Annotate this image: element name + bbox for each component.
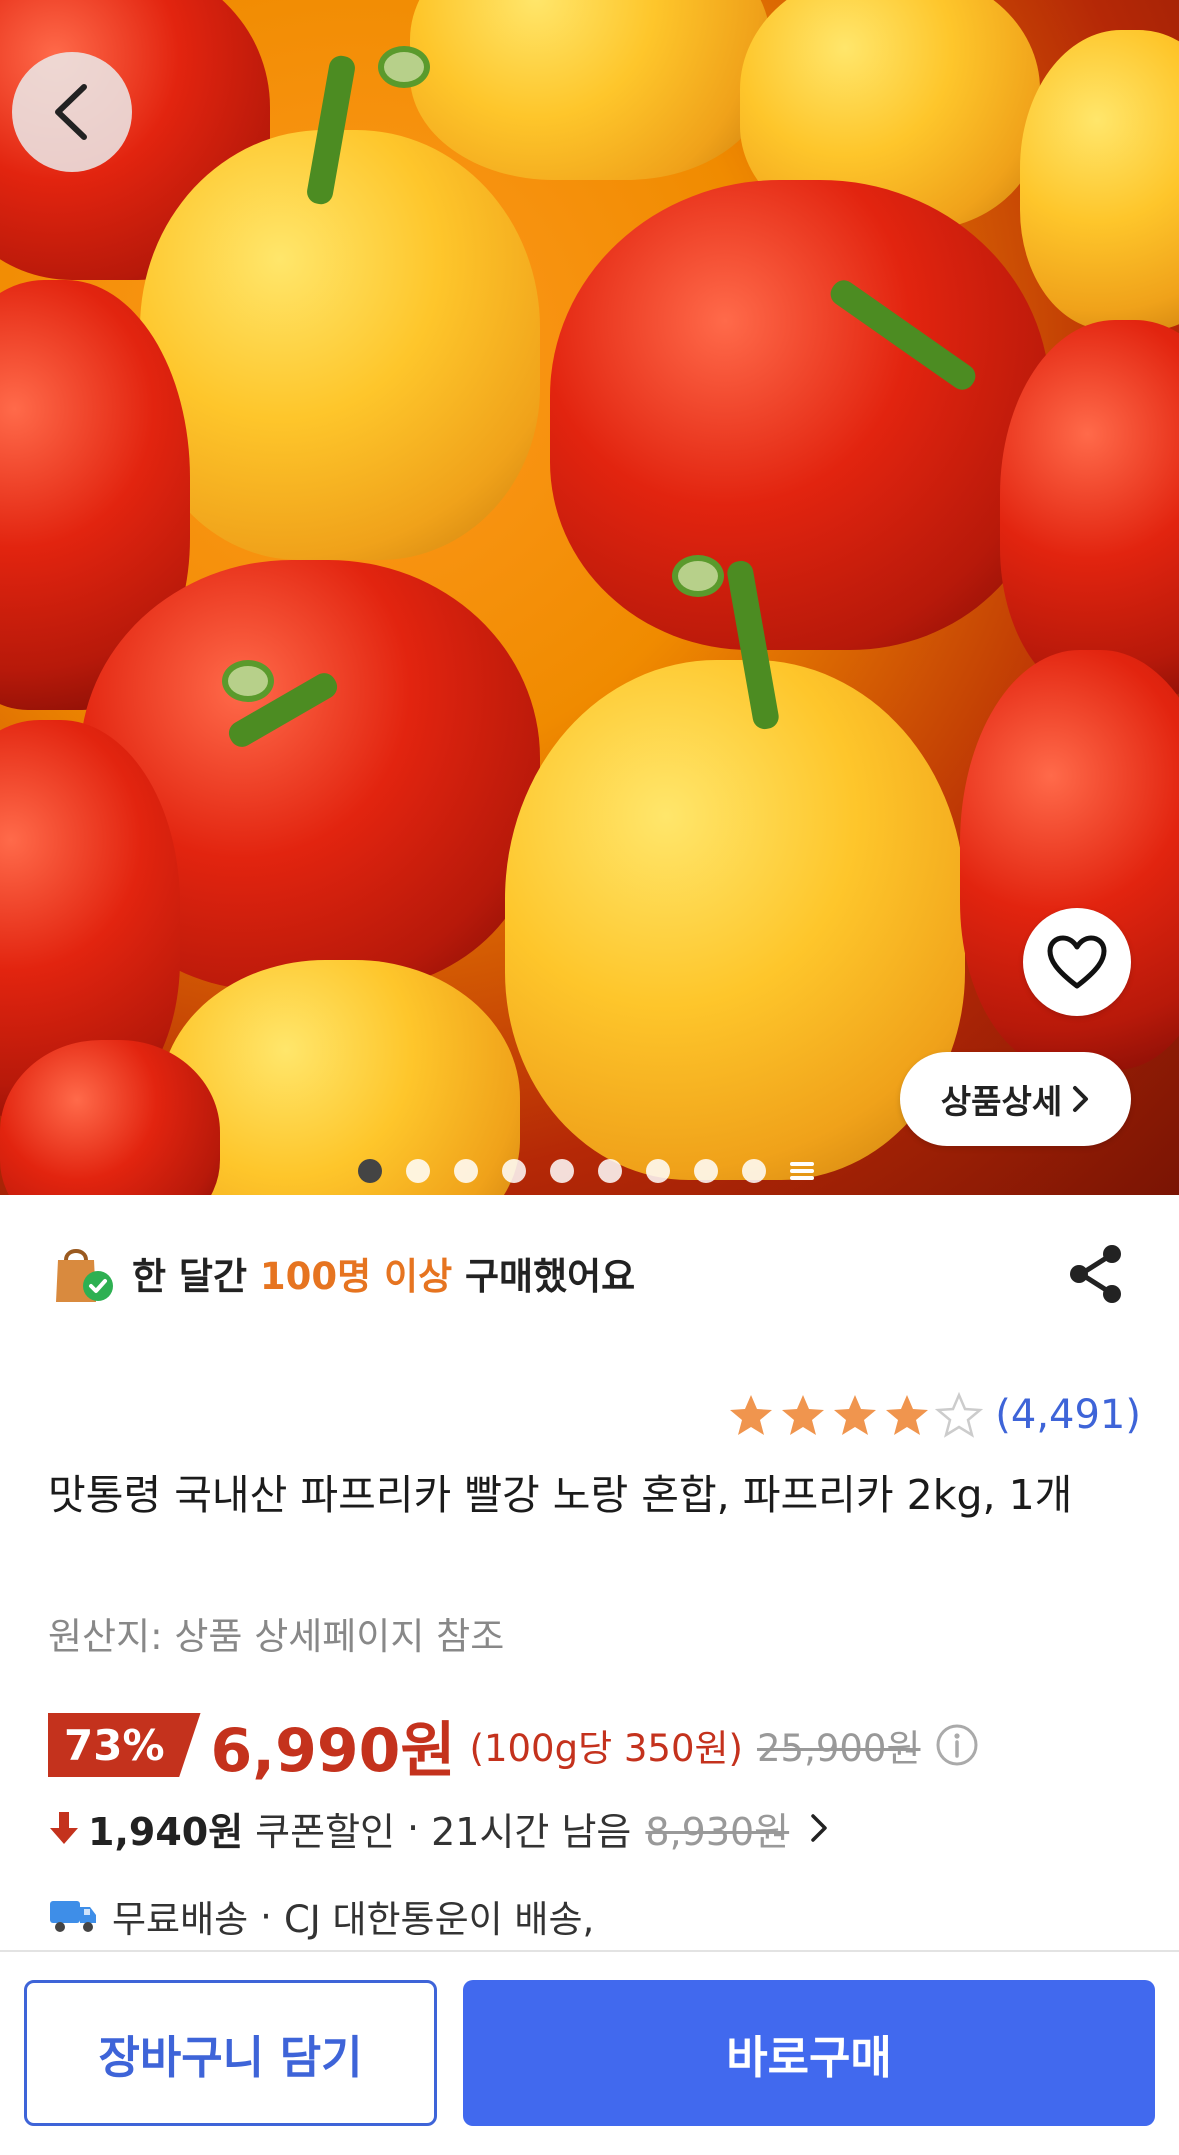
- chevron-right-icon: [1073, 1086, 1089, 1112]
- separator: ·: [407, 1806, 420, 1850]
- coupon-previous-price: 8,930원: [645, 1809, 790, 1854]
- chevron-right-icon: [811, 1814, 827, 1842]
- pagination-dot[interactable]: [742, 1159, 766, 1183]
- original-price: 25,900원: [756, 1727, 921, 1770]
- rating[interactable]: (4,491): [727, 1392, 1141, 1438]
- stem-shape: [378, 46, 430, 88]
- product-detail-label: 상품상세: [940, 1082, 1063, 1121]
- final-price: 6,990원: [210, 1715, 456, 1786]
- pepper-shape: [410, 0, 770, 180]
- pagination-dot[interactable]: [454, 1159, 478, 1183]
- discount-badge: 73%: [48, 1713, 201, 1777]
- pagination-dot[interactable]: [358, 1159, 382, 1183]
- price-row: 73% 6,990원 (100g당 350원) 25,900원: [48, 1710, 979, 1786]
- pepper-shape: [505, 660, 965, 1180]
- share-button[interactable]: [1065, 1243, 1127, 1305]
- back-button[interactable]: [12, 52, 132, 172]
- pagination-dot[interactable]: [550, 1159, 574, 1183]
- pepper-shape: [1020, 30, 1179, 330]
- product-title: 맛통령 국내산 파프리카 빨강 노랑 혼합, 파프리카 2kg, 1개: [48, 1471, 1073, 1519]
- star-filled-icon: [886, 1395, 929, 1435]
- pagination-dot[interactable]: [694, 1159, 718, 1183]
- info-icon[interactable]: [935, 1723, 979, 1767]
- separator: ·: [260, 1894, 272, 1938]
- bottom-action-bar: 장바구니 담기 바로구매: [0, 1950, 1179, 2155]
- pagination-dot[interactable]: [598, 1159, 622, 1183]
- pepper-shape: [0, 1040, 220, 1195]
- free-shipping-label: 무료배송: [112, 1898, 249, 1941]
- buy-now-button[interactable]: 바로구매: [463, 1980, 1155, 2126]
- pepper-shape: [140, 130, 540, 560]
- pagination-dot[interactable]: [646, 1159, 670, 1183]
- purchase-count-banner: 한 달간 100명 이상 구매했어요: [50, 1228, 635, 1318]
- coupon-amount: 1,940원: [88, 1809, 244, 1854]
- star-filled-icon: [782, 1395, 825, 1435]
- heart-icon: [1047, 935, 1107, 989]
- purchase-count-text: 한 달간 100명 이상 구매했어요: [132, 1255, 636, 1298]
- pagination-dot[interactable]: [502, 1159, 526, 1183]
- product-image[interactable]: 상품상세: [0, 0, 1179, 1195]
- wishlist-button[interactable]: [1023, 908, 1131, 1016]
- pagination-more-icon[interactable]: [790, 1162, 814, 1180]
- star-filled-icon: [834, 1395, 877, 1435]
- unit-price: (100g당 350원): [469, 1727, 743, 1770]
- review-count[interactable]: (4,491): [995, 1392, 1141, 1438]
- star-rating: [727, 1392, 984, 1438]
- arrow-down-icon: [50, 1812, 78, 1844]
- star-empty-icon: [935, 1392, 984, 1438]
- coupon-label: 쿠폰할인: [255, 1809, 396, 1854]
- chevron-left-icon: [55, 84, 87, 140]
- star-filled-icon: [730, 1395, 773, 1435]
- coupon-row[interactable]: 1,940원 쿠폰할인 · 21시간 남음 8,930원: [48, 1800, 829, 1856]
- share-icon: [1070, 1245, 1121, 1303]
- shopping-bag-check-icon: [56, 1249, 113, 1302]
- origin-info: 원산지: 상품 상세페이지 참조: [48, 1615, 505, 1658]
- product-detail-button[interactable]: 상품상세: [900, 1052, 1131, 1146]
- carrier-info: CJ 대한통운이 배송,: [283, 1898, 595, 1941]
- coupon-time-left: 21시간 남음: [431, 1809, 632, 1854]
- add-to-cart-button[interactable]: 장바구니 담기: [24, 1980, 437, 2126]
- image-pagination-dots: [358, 1158, 814, 1184]
- delivery-truck-icon: [50, 1901, 96, 1932]
- stem-shape: [222, 660, 274, 702]
- purchase-count-highlight: 100명 이상: [259, 1255, 453, 1298]
- stem-shape: [672, 555, 724, 597]
- pagination-dot[interactable]: [406, 1159, 430, 1183]
- pepper-shape: [550, 180, 1050, 650]
- shipping-row: 무료배송 · CJ 대한통운이 배송,: [48, 1888, 594, 1944]
